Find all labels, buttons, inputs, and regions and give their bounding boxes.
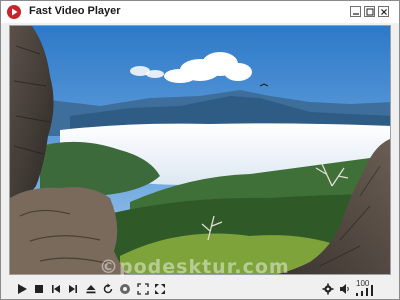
replay-icon[interactable] xyxy=(102,283,114,295)
video-scene xyxy=(10,26,390,274)
stop-icon[interactable] xyxy=(33,283,45,295)
info-icon[interactable] xyxy=(119,283,131,295)
close-icon[interactable] xyxy=(378,6,389,17)
settings-icon[interactable] xyxy=(322,283,334,295)
expand-icon[interactable] xyxy=(154,283,166,295)
player-window: Fast Video Player ©podesktur.com 100 xyxy=(0,0,400,300)
maximize-icon[interactable] xyxy=(364,6,375,17)
video-frame[interactable] xyxy=(9,25,391,275)
volume-slider[interactable] xyxy=(356,285,378,298)
play-icon[interactable] xyxy=(16,283,28,295)
watermark-text: ©podesktur.com xyxy=(99,256,290,278)
app-logo-icon xyxy=(7,5,21,19)
next-icon[interactable] xyxy=(67,283,79,295)
eject-icon[interactable] xyxy=(85,283,97,295)
fullscreen-toggle-icon[interactable] xyxy=(137,283,149,295)
title-bar[interactable]: Fast Video Player xyxy=(1,1,399,23)
window-title: Fast Video Player xyxy=(29,5,121,17)
previous-icon[interactable] xyxy=(50,283,62,295)
control-bar: 100 xyxy=(2,279,399,299)
minimize-icon[interactable] xyxy=(350,6,361,17)
volume-icon[interactable] xyxy=(339,283,351,295)
